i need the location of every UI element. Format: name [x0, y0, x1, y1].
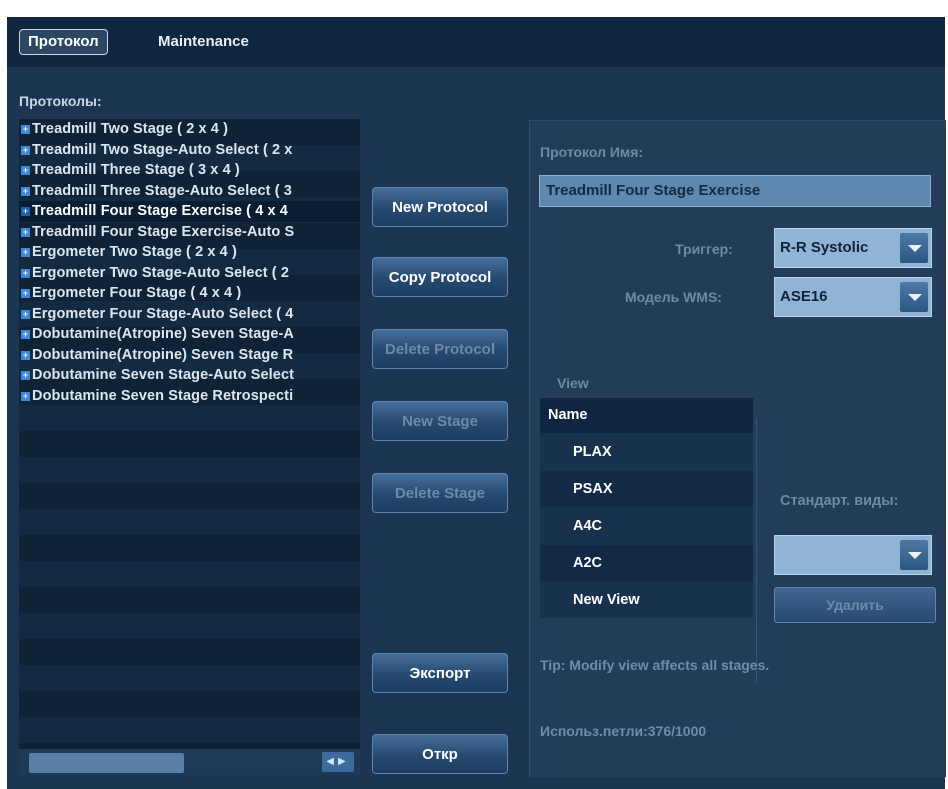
wms-model-value: ASE16 — [780, 288, 828, 305]
protocol-label: Treadmill Three Stage-Auto Select ( 3 — [32, 182, 292, 199]
new-protocol-button[interactable]: New Protocol — [372, 187, 508, 227]
view-row-a2c[interactable]: A2C — [540, 544, 753, 581]
protocol-name-label: Протокол Имя: — [540, 144, 644, 160]
chevron-down-icon[interactable] — [900, 282, 928, 312]
plus-box-icon[interactable]: + — [21, 371, 30, 380]
view-table-header: Name — [540, 398, 753, 433]
trigger-label: Триггер: — [675, 241, 733, 257]
standard-views-label: Стандарт. виды: — [780, 493, 899, 509]
protocol-label: Treadmill Two Stage-Auto Select ( 2 x — [32, 141, 293, 158]
copy-protocol-button[interactable]: Copy Protocol — [372, 257, 508, 297]
arrow-left-icon[interactable]: ◀ — [326, 756, 338, 767]
open-button[interactable]: Откр — [372, 734, 508, 774]
protocol-list-item[interactable]: + Dobutamine(Atropine) Seven Stage-A — [19, 324, 360, 345]
view-table[interactable]: Name PLAX PSAX A4C A2C New View — [540, 398, 753, 618]
protocol-label: Dobutamine Seven Stage Retrospecti — [32, 387, 294, 404]
plus-box-icon[interactable]: + — [21, 248, 30, 257]
protocol-list-item[interactable]: + Treadmill Two Stage ( 2 x 4 ) — [19, 119, 360, 140]
protocol-list-item[interactable]: + Treadmill Four Stage Exercise ( 4 x 4 — [19, 201, 360, 222]
chevron-down-icon[interactable] — [900, 540, 928, 570]
protocols-label: Протоколы: — [19, 93, 102, 109]
plus-box-icon[interactable]: + — [21, 309, 30, 319]
delete-stage-button[interactable]: Delete Stage — [372, 473, 508, 513]
protocol-label: Treadmill Two Stage ( 2 x 4 ) — [32, 121, 229, 137]
horizontal-scrollbar[interactable]: ◀▶ — [19, 749, 360, 775]
protocol-list-item[interactable]: + Ergometer Two Stage ( 2 x 4 ) — [19, 242, 360, 263]
new-stage-button[interactable]: New Stage — [372, 401, 508, 441]
view-row-plax[interactable]: PLAX — [540, 433, 753, 470]
tip-text: Tip: Modify view affects all stages. — [540, 657, 770, 673]
delete-view-button[interactable]: Удалить — [774, 587, 936, 623]
tab-protocol[interactable]: Протокол — [19, 29, 108, 55]
plus-box-icon[interactable]: + — [21, 330, 30, 339]
app-window: Протокол Maintenance Протоколы: + Treadmi… — [7, 17, 946, 789]
protocol-list-item[interactable]: + Ergometer Four Stage ( 4 x 4 ) — [19, 283, 360, 304]
trigger-value: R-R Systolic — [780, 239, 869, 256]
tab-bar: Протокол Maintenance — [7, 17, 945, 67]
delete-protocol-button[interactable]: Delete Protocol — [372, 329, 508, 369]
protocol-list-item[interactable]: + Dobutamine(Atropine) Seven Stage R — [19, 345, 360, 366]
plus-box-icon[interactable]: + — [21, 268, 30, 278]
protocol-label: Ergometer Four Stage-Auto Select ( 4 — [32, 305, 294, 322]
protocol-list-item[interactable]: + Treadmill Four Stage Exercise-Auto S — [19, 222, 360, 243]
export-button[interactable]: Экспорт — [372, 653, 508, 693]
scrollbar-thumb[interactable] — [29, 753, 184, 773]
protocol-label: Ergometer Two Stage-Auto Select ( 2 — [32, 264, 290, 281]
wms-model-select[interactable]: ASE16 — [774, 277, 932, 317]
protocol-label: Treadmill Three Stage ( 3 x 4 ) — [32, 162, 240, 178]
plus-box-icon[interactable]: + — [21, 227, 30, 237]
view-label: View — [557, 375, 589, 391]
plus-box-icon[interactable]: + — [21, 125, 30, 134]
arrow-right-icon[interactable]: ▶ — [338, 756, 350, 767]
plus-box-icon[interactable]: + — [21, 350, 30, 360]
protocol-list-item[interactable]: + Treadmill Two Stage-Auto Select ( 2 x — [19, 140, 360, 161]
view-row-new-view[interactable]: New View — [540, 581, 753, 618]
standard-views-select[interactable] — [774, 535, 932, 575]
plus-box-icon[interactable]: + — [21, 207, 30, 216]
protocol-list[interactable]: + Treadmill Two Stage ( 2 x 4 ) + Treadmill… — [19, 119, 360, 749]
protocol-label: Ergometer Four Stage ( 4 x 4 ) — [32, 285, 242, 301]
divider — [756, 418, 757, 683]
protocol-page: Протоколы: + Treadmill Two Stage ( 2 x 4 … — [7, 67, 946, 789]
protocol-label: Ergometer Two Stage ( 2 x 4 ) — [32, 244, 237, 260]
protocol-label: Dobutamine Seven Stage-Auto Select — [32, 367, 295, 383]
scroll-arrows[interactable]: ◀▶ — [322, 752, 354, 772]
plus-box-icon[interactable]: + — [21, 186, 30, 196]
view-row-psax[interactable]: PSAX — [540, 470, 753, 507]
protocol-label: Treadmill Four Stage Exercise-Auto S — [32, 223, 295, 240]
plus-box-icon[interactable]: + — [21, 391, 30, 401]
plus-box-icon[interactable]: + — [21, 289, 30, 298]
protocol-list-item[interactable]: + Treadmill Three Stage ( 3 x 4 ) — [19, 160, 360, 181]
protocol-details-panel: Протокол Имя: Treadmill Four Stage Exerc… — [529, 120, 946, 777]
view-row-a4c[interactable]: A4C — [540, 507, 753, 544]
plus-box-icon[interactable]: + — [21, 166, 30, 175]
protocol-list-item[interactable]: + Treadmill Three Stage-Auto Select ( 3 — [19, 181, 360, 202]
wms-model-label: Модель WMS: — [625, 289, 722, 305]
protocol-list-item[interactable]: + Ergometer Two Stage-Auto Select ( 2 — [19, 263, 360, 284]
loops-usage-text: Использ.петли:376/1000 — [540, 723, 707, 739]
protocol-label: Dobutamine(Atropine) Seven Stage-A — [32, 326, 295, 342]
chevron-down-icon[interactable] — [900, 233, 928, 263]
protocol-list-item[interactable]: + Dobutamine Seven Stage Retrospecti — [19, 386, 360, 407]
protocol-label: Treadmill Four Stage Exercise ( 4 x 4 — [32, 203, 288, 219]
protocol-list-item[interactable]: + Dobutamine Seven Stage-Auto Select — [19, 365, 360, 386]
trigger-select[interactable]: R-R Systolic — [774, 228, 932, 268]
protocol-name-field[interactable]: Treadmill Four Stage Exercise — [539, 175, 931, 207]
protocol-list-item[interactable]: + Ergometer Four Stage-Auto Select ( 4 — [19, 304, 360, 325]
protocol-label: Dobutamine(Atropine) Seven Stage R — [32, 346, 294, 363]
plus-box-icon[interactable]: + — [21, 145, 30, 155]
tab-maintenance[interactable]: Maintenance — [150, 29, 257, 55]
